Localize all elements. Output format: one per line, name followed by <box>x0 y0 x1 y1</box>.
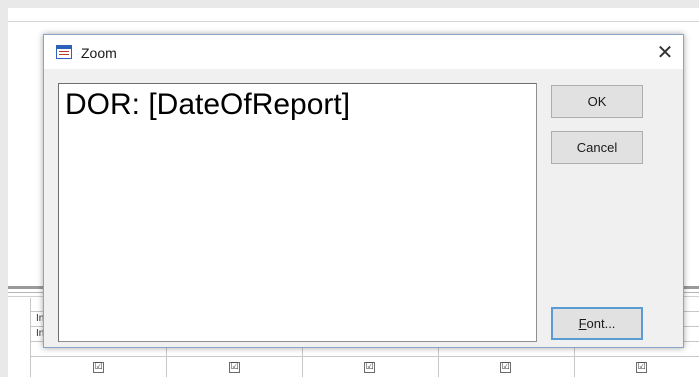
form-icon <box>56 45 72 59</box>
checkbox-checked[interactable]: ☑ <box>636 362 647 373</box>
cancel-button[interactable]: Cancel <box>551 131 643 164</box>
checkbox-checked[interactable]: ☑ <box>364 362 375 373</box>
dialog-title: Zoom <box>81 45 117 61</box>
top-strip <box>0 0 699 8</box>
font-button[interactable]: Font... <box>551 307 643 340</box>
checkbox-checked[interactable]: ☑ <box>229 362 240 373</box>
checkbox-checked[interactable]: ☑ <box>500 362 511 373</box>
checkbox-checked[interactable]: ☑ <box>93 362 104 373</box>
left-margin <box>0 0 8 377</box>
font-button-accelerator: F <box>578 316 587 331</box>
zoom-text-area[interactable]: DOR: [DateOfReport] <box>58 83 537 342</box>
ok-button[interactable]: OK <box>551 85 643 118</box>
surface-divider <box>8 21 699 22</box>
grid-row-line <box>30 356 699 357</box>
dialog-titlebar[interactable]: Zoom ✕ <box>44 35 683 69</box>
close-icon[interactable]: ✕ <box>650 39 680 65</box>
font-button-label: ont... <box>586 316 616 331</box>
zoom-dialog: Zoom ✕ DOR: [DateOfReport] OK Cancel Fon… <box>43 34 684 348</box>
grid-column-line <box>30 298 31 377</box>
